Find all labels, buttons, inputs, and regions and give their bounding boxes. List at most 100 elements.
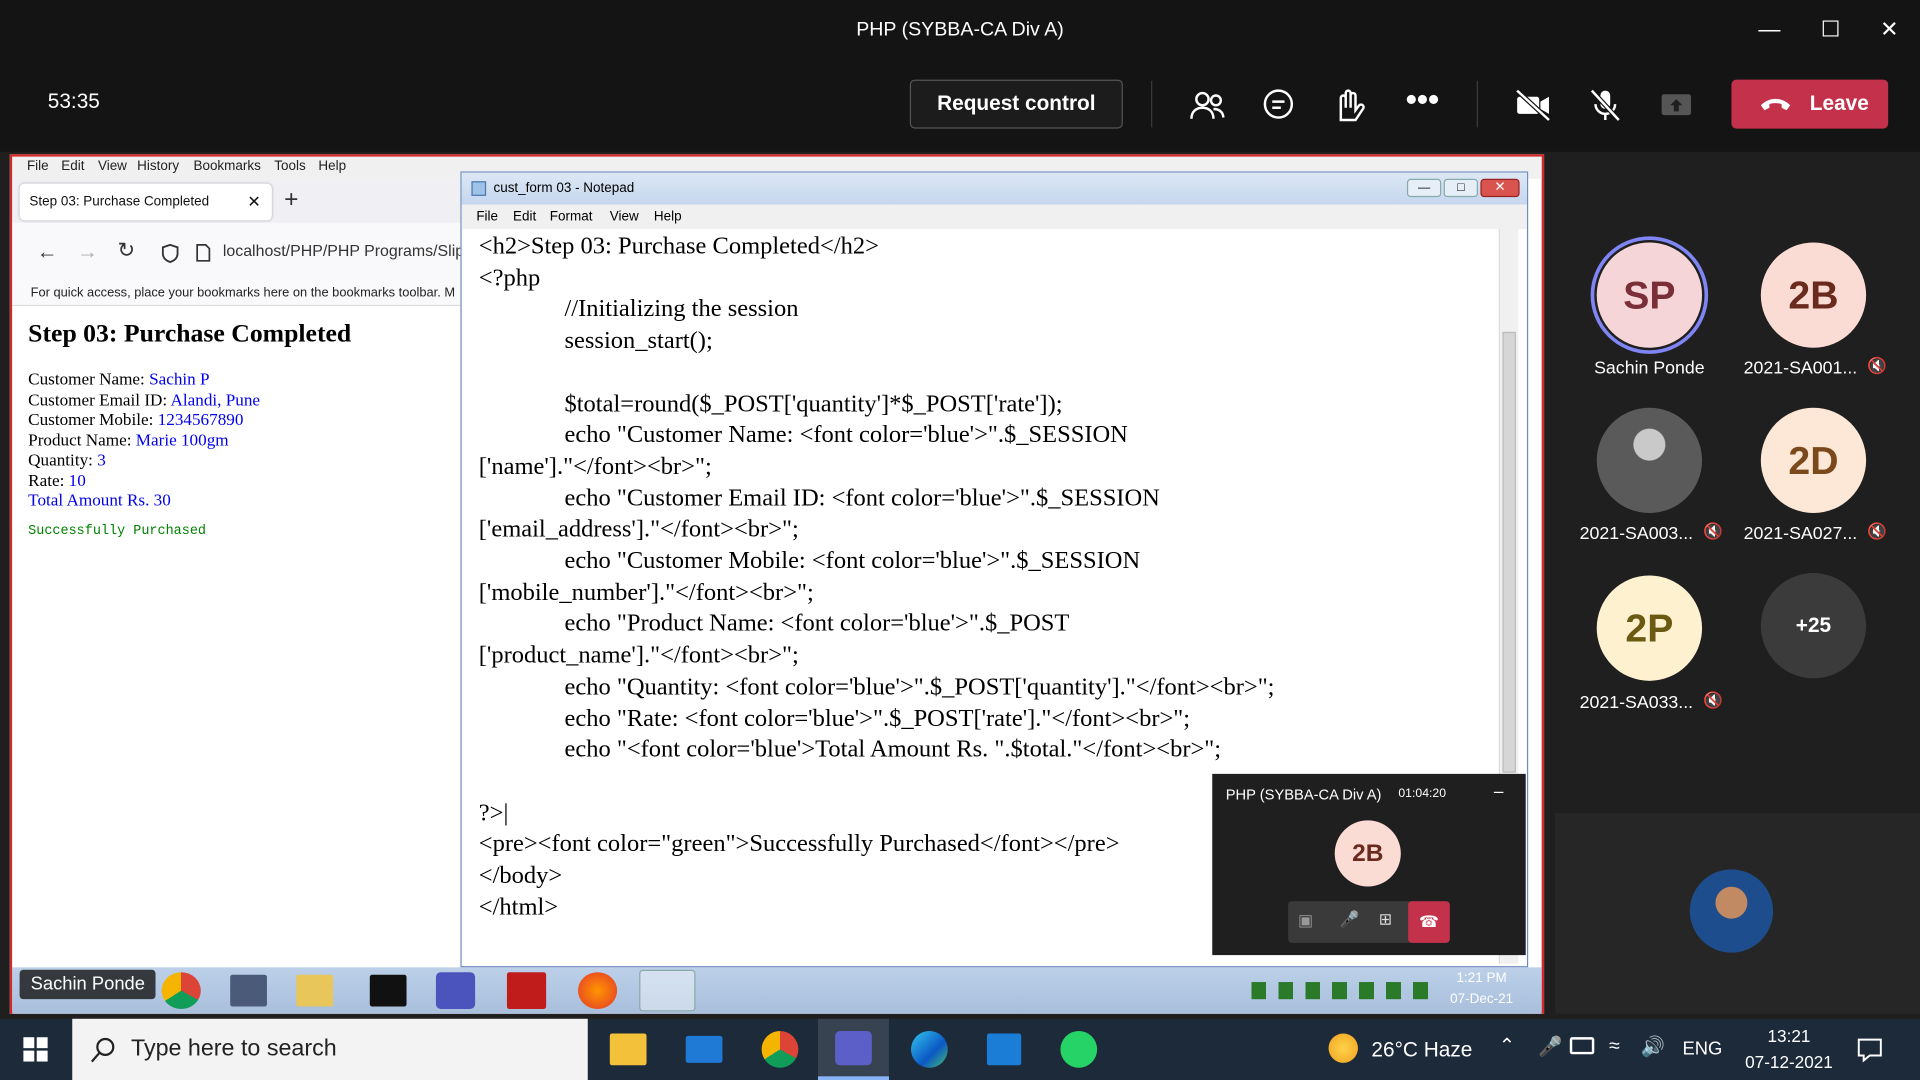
request-control-button[interactable]: Request control: [909, 79, 1123, 129]
clock-time[interactable]: 13:21: [1736, 1026, 1841, 1046]
self-avatar: [1689, 869, 1774, 953]
notification-icon[interactable]: [1856, 1036, 1883, 1063]
sql-icon[interactable]: [230, 974, 267, 1007]
np-menu-file[interactable]: File: [476, 209, 498, 224]
menu-tools[interactable]: Tools: [274, 159, 305, 174]
scroll-thumb[interactable]: [1502, 331, 1516, 773]
participant-name: 2021-SA003...: [1579, 524, 1694, 544]
participant-name: 2021-SA033...: [1579, 693, 1694, 713]
notepad-minimize-button[interactable]: —: [1406, 178, 1442, 198]
photos-icon[interactable]: [986, 1033, 1022, 1066]
weather-icon[interactable]: [1328, 1033, 1358, 1063]
forward-icon[interactable]: →: [77, 240, 98, 264]
muted-icon: 🔇: [1867, 356, 1888, 375]
close-button[interactable]: ✕: [1861, 0, 1917, 59]
notepad-titlebar: cust_form 03 - Notepad — □ ✕: [461, 172, 1527, 205]
meeting-timer: 53:35: [47, 89, 100, 113]
teams-taskbar-button[interactable]: [817, 1018, 889, 1080]
chrome-icon[interactable]: [761, 1031, 799, 1068]
mini-call-avatar: 2B: [1334, 820, 1401, 887]
success-message: Successfully Purchased: [28, 524, 207, 539]
mini-hangup-icon[interactable]: ☎: [1408, 901, 1450, 943]
edge-icon[interactable]: [911, 1031, 948, 1068]
mini-mic-icon[interactable]: 🎤: [1340, 910, 1360, 930]
menu-file[interactable]: File: [27, 159, 49, 174]
participants-icon[interactable]: [1188, 86, 1227, 125]
menu-bookmarks[interactable]: Bookmarks: [193, 159, 260, 174]
camera-off-icon[interactable]: [1513, 86, 1552, 125]
participant-avatar[interactable]: 2D: [1760, 407, 1867, 514]
mini-camera-off-icon[interactable]: ▣: [1298, 911, 1313, 931]
terminal-icon[interactable]: [369, 974, 407, 1007]
new-tab-icon[interactable]: +: [284, 186, 298, 214]
url-bar[interactable]: localhost/PHP/PHP Programs/Slip: [223, 241, 464, 259]
maximize-button[interactable]: ☐: [1802, 0, 1858, 59]
chrome-icon[interactable]: [161, 972, 201, 1009]
browser-page: Step 03: Purchase Completed Customer Nam…: [12, 306, 461, 968]
folder-icon[interactable]: [296, 974, 334, 1007]
mic-tray-icon[interactable]: 🎤: [1538, 1035, 1562, 1059]
chat-icon[interactable]: [1259, 86, 1298, 125]
toolbar-divider: [1476, 80, 1478, 128]
menu-view[interactable]: View: [98, 159, 127, 174]
menu-help[interactable]: Help: [318, 159, 346, 174]
system-tray-icons[interactable]: [1251, 982, 1436, 1000]
file-explorer-icon[interactable]: [609, 1033, 647, 1066]
np-menu-edit[interactable]: Edit: [513, 209, 536, 224]
windows-taskbar: Type here to search 26°C Haze ⌃ 🎤 ≈ 🔊 EN…: [0, 1018, 1920, 1080]
menu-history[interactable]: History: [137, 159, 179, 174]
participant-name: Sachin Ponde: [1594, 358, 1705, 379]
weather-text[interactable]: 26°C Haze: [1371, 1038, 1472, 1062]
notepad-taskbar-icon[interactable]: [639, 969, 696, 1012]
battery-icon[interactable]: [1569, 1037, 1595, 1055]
minimize-button[interactable]: —: [1741, 0, 1797, 59]
remote-clock-time: 1:21 PM: [1456, 971, 1507, 986]
taskbar-search-box[interactable]: Type here to search: [72, 1018, 588, 1080]
notepad-close-button[interactable]: ✕: [1480, 178, 1520, 198]
page-heading: Step 03: Purchase Completed: [28, 318, 352, 348]
mic-off-icon[interactable]: [1586, 86, 1625, 125]
leave-button[interactable]: Leave: [1731, 79, 1889, 129]
windows-start-icon[interactable]: [23, 1037, 48, 1062]
share-screen-icon[interactable]: [1657, 86, 1696, 125]
leave-label: Leave: [1809, 91, 1869, 116]
np-menu-help[interactable]: Help: [654, 209, 682, 224]
whatsapp-icon[interactable]: [1060, 1031, 1098, 1068]
shared-screen: File Edit View History Bookmarks Tools H…: [9, 154, 1545, 1014]
mail-icon[interactable]: [685, 1035, 723, 1063]
pdf-icon[interactable]: [506, 972, 547, 1009]
teams-icon[interactable]: [435, 972, 476, 1009]
participant-avatar[interactable]: 2P: [1596, 575, 1703, 681]
menu-edit[interactable]: Edit: [61, 159, 84, 174]
firefox-icon[interactable]: [577, 972, 618, 1009]
tray-overflow-icon[interactable]: ⌃: [1499, 1033, 1515, 1057]
total-amount-line: Total Amount Rs. 30: [28, 492, 171, 511]
clock-date[interactable]: 07-12-2021: [1729, 1052, 1849, 1072]
back-icon[interactable]: ←: [37, 240, 58, 264]
np-menu-format[interactable]: Format: [550, 209, 593, 224]
browser-tab[interactable]: Step 03: Purchase Completed ✕: [19, 183, 272, 221]
language-indicator[interactable]: ENG: [1682, 1038, 1722, 1059]
notepad-maximize-button[interactable]: □: [1443, 178, 1478, 198]
participant-photo-avatar[interactable]: [1596, 407, 1703, 514]
mini-minimize-icon[interactable]: –: [1494, 781, 1504, 801]
firefox-tabstrip: Step 03: Purchase Completed ✕ +: [12, 178, 461, 223]
np-menu-view[interactable]: View: [610, 209, 639, 224]
more-participants-button[interactable]: +25: [1760, 573, 1867, 679]
participant-avatar[interactable]: 2B: [1760, 242, 1867, 348]
participant-avatar[interactable]: SP: [1590, 236, 1709, 354]
volume-icon[interactable]: 🔊: [1641, 1035, 1665, 1059]
more-options-icon[interactable]: •••: [1406, 81, 1439, 119]
mini-share-icon[interactable]: ⊞: [1379, 910, 1392, 930]
wifi-icon[interactable]: ≈: [1609, 1036, 1620, 1058]
reload-icon[interactable]: ↻: [118, 239, 135, 263]
raise-hand-icon[interactable]: [1330, 86, 1369, 125]
presenter-name-tag: Sachin Ponde: [19, 969, 157, 1000]
toolbar-divider: [1151, 80, 1153, 128]
notepad-title: cust_form 03 - Notepad: [493, 181, 635, 196]
quantity-line: Quantity: 3: [28, 451, 106, 471]
product-name-line: Product Name: Marie 100gm: [28, 432, 229, 451]
tab-close-icon[interactable]: ✕: [247, 184, 260, 221]
shield-icon[interactable]: [161, 243, 179, 264]
mini-call-window: PHP (SYBBA-CA Div A) 01:04:20 – 2B ▣ 🎤 ⊞…: [1212, 773, 1526, 956]
